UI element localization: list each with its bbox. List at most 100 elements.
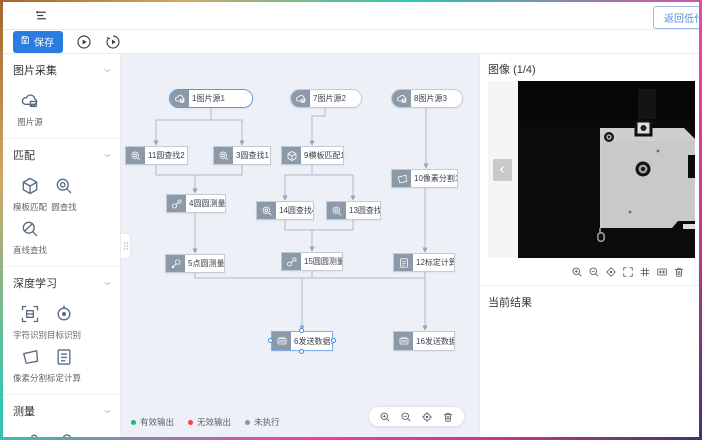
send-icon <box>272 332 291 350</box>
edge <box>195 273 425 278</box>
node-9[interactable]: 9模板匹配1 <box>281 146 344 165</box>
node-11[interactable]: 11圆查找2 <box>125 146 188 165</box>
prev-image-button[interactable] <box>493 159 512 181</box>
node-3[interactable]: 3圆查找1 <box>213 146 271 165</box>
image-counter: (1/4) <box>513 64 536 76</box>
chevron-down-icon <box>103 151 112 160</box>
trash-icon[interactable] <box>442 411 454 423</box>
line-find-icon <box>20 218 40 240</box>
point-circle-icon <box>166 255 185 272</box>
section-header[interactable]: 匹配 <box>13 147 112 163</box>
tool-label: 直线查找 <box>13 244 47 256</box>
section-header[interactable]: 图片采集 <box>13 62 112 78</box>
zoom-in-icon[interactable] <box>571 266 583 278</box>
circle-find-icon <box>126 147 145 164</box>
node-7[interactable]: 7图片源2 <box>290 89 362 108</box>
grid-icon[interactable] <box>639 266 651 278</box>
move-icon[interactable] <box>605 266 617 278</box>
tool-ocr[interactable]: 字符识别 <box>13 303 47 341</box>
back-to-lowcode-button[interactable]: 返回低代 <box>653 6 699 29</box>
node-label: 10像素分割1 <box>411 170 457 187</box>
fullscreen-icon[interactable] <box>622 266 634 278</box>
node-label: 9模板匹配1 <box>301 147 343 164</box>
tool-segment[interactable]: 像素分割 <box>13 346 47 384</box>
segment-icon <box>20 346 40 368</box>
run-button[interactable] <box>76 34 92 50</box>
target-icon <box>54 303 74 325</box>
preview-image[interactable] <box>518 81 695 258</box>
edge <box>312 175 353 200</box>
section-tools: 字符识别目标识别像素分割标定计算 <box>13 291 112 386</box>
sidebar-section-3: 深度学习字符识别目标识别像素分割标定计算 <box>3 267 120 395</box>
edge-layer <box>121 54 479 437</box>
tool-circle-find[interactable]: 圆查找 <box>47 175 81 213</box>
node-label: 7图片源2 <box>310 90 361 107</box>
cloud-image-icon <box>170 90 189 107</box>
right-panel: 图像 (1/4) <box>479 54 699 437</box>
tool-point-circle[interactable]: 点圆测量 <box>47 431 81 437</box>
tool-calib[interactable]: 标定计算 <box>47 346 81 384</box>
tool-cube[interactable]: 模板匹配 <box>13 175 47 213</box>
section-title: 测量 <box>13 403 35 419</box>
tool-line-find[interactable]: 直线查找 <box>13 218 47 256</box>
run-once-button[interactable] <box>105 34 121 50</box>
connection-handle[interactable] <box>331 338 336 343</box>
edge <box>211 120 242 145</box>
toolbar: 保存 <box>3 30 699 54</box>
chevron-down-icon <box>103 279 112 288</box>
send-icon <box>394 332 413 350</box>
tool-label: 模板匹配 <box>13 201 47 213</box>
node-15[interactable]: 15圆圆测量3 <box>281 252 343 271</box>
section-title: 匹配 <box>13 147 35 163</box>
node-label: 1图片源1 <box>189 90 252 107</box>
connection-handle[interactable] <box>299 328 304 333</box>
tool-label: 像素分割 <box>13 372 47 384</box>
legend-item: 有效输出 <box>131 416 174 428</box>
node-12[interactable]: 12标定计算1 <box>393 253 455 272</box>
zoom-out-icon[interactable] <box>400 411 412 423</box>
node-label: 8图片源3 <box>411 90 462 107</box>
section-header[interactable]: 测量 <box>13 403 112 419</box>
screenshot-frame: 返回低代 保存 图片采集图片源匹配模板匹配圆查找直线查找深度学习字符识别目标识别… <box>0 0 702 440</box>
node-14[interactable]: 14圆查找4 <box>256 201 314 220</box>
edge <box>156 165 195 193</box>
node-1[interactable]: 1图片源1 <box>169 89 253 108</box>
node-6[interactable]: 6发送数据1 <box>271 331 333 351</box>
node-13[interactable]: 13圆查找3 <box>326 201 381 220</box>
node-4[interactable]: 4圆圆测量2 <box>166 194 226 213</box>
save-button-label: 保存 <box>34 34 54 49</box>
zoom-in-icon[interactable] <box>379 411 391 423</box>
ocr-icon <box>20 303 40 325</box>
trash-icon[interactable] <box>673 266 685 278</box>
sidebar-collapse-handle[interactable] <box>121 233 131 259</box>
node-label: 16发送数据2 <box>413 332 454 350</box>
image-toolbar <box>480 258 699 285</box>
tool-label: 标定计算 <box>47 372 81 384</box>
sidebar-section-1: 图片采集图片源 <box>3 54 120 139</box>
chevron-down-icon <box>103 407 112 416</box>
node-10[interactable]: 10像素分割1 <box>391 169 458 188</box>
tool-circle-circle[interactable]: 圆圆测量 <box>13 431 47 437</box>
save-button[interactable]: 保存 <box>13 31 63 53</box>
edge <box>285 220 312 251</box>
zoom-out-icon[interactable] <box>588 266 600 278</box>
section-tools: 图片源 <box>13 78 112 130</box>
node-8[interactable]: 8图片源3 <box>391 89 463 108</box>
results-title: 当前结果 <box>480 286 699 318</box>
tool-target[interactable]: 目标识别 <box>47 303 81 341</box>
menu-icon[interactable] <box>35 9 48 22</box>
locate-icon[interactable] <box>421 411 433 423</box>
section-header[interactable]: 深度学习 <box>13 275 112 291</box>
connection-handle[interactable] <box>299 349 304 354</box>
legend-label: 未执行 <box>254 416 280 428</box>
node-5[interactable]: 5点圆测量1 <box>165 254 225 273</box>
fit-icon[interactable] <box>656 266 668 278</box>
cube-icon <box>282 147 301 164</box>
node-16[interactable]: 16发送数据2 <box>393 331 455 351</box>
connection-handle[interactable] <box>268 338 273 343</box>
flow-canvas[interactable]: 有效输出无效输出未执行 1图片源17图片源28图片源311圆查找23圆查找19模… <box>121 54 479 437</box>
legend-dot <box>245 420 250 425</box>
tool-cloud-image[interactable]: 图片源 <box>13 90 47 128</box>
circle-circle-icon <box>282 253 301 270</box>
segment-icon <box>392 170 411 187</box>
